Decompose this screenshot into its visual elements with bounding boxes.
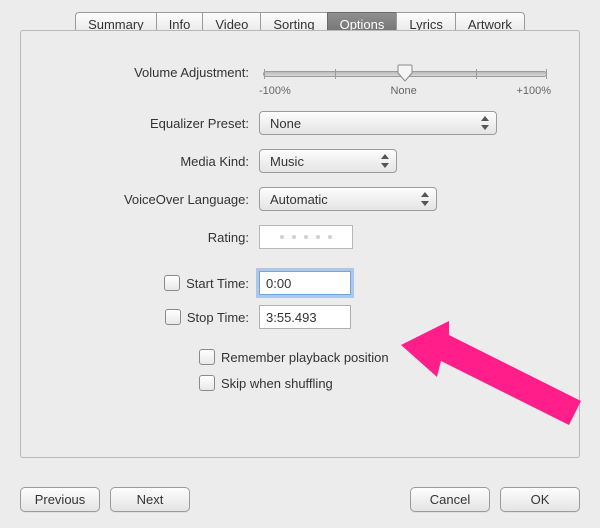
start-time-checkbox[interactable] <box>164 275 180 291</box>
rating-dot-icon <box>328 235 332 239</box>
media-value: Music <box>270 154 304 169</box>
stop-time-field[interactable]: 3:55.493 <box>259 305 351 329</box>
media-label: Media Kind: <box>49 154 259 169</box>
updown-icon <box>380 154 390 168</box>
rating-field[interactable] <box>259 225 353 249</box>
rating-dot-icon <box>280 235 284 239</box>
ok-button[interactable]: OK <box>500 487 580 512</box>
start-time-field[interactable]: 0:00 <box>259 271 351 295</box>
stop-time-value: 3:55.493 <box>266 310 317 325</box>
rating-label: Rating: <box>49 230 259 245</box>
eq-value: None <box>270 116 301 131</box>
skip-checkbox[interactable] <box>199 375 215 391</box>
skip-label: Skip when shuffling <box>221 376 333 391</box>
slider-thumb-icon[interactable] <box>397 64 413 82</box>
slider-max-label: +100% <box>516 85 551 97</box>
voiceover-popup[interactable]: Automatic <box>259 187 437 211</box>
slider-mid-label: None <box>390 85 416 97</box>
next-button[interactable]: Next <box>110 487 190 512</box>
updown-icon <box>480 116 490 130</box>
slider-min-label: -100% <box>259 85 291 97</box>
dialog-footer: Previous Next Cancel OK <box>20 487 580 512</box>
start-time-label: Start Time: <box>186 276 249 291</box>
stop-time-checkbox[interactable] <box>165 309 181 325</box>
volume-slider[interactable]: -100% None +100% <box>259 65 551 97</box>
voiceover-value: Automatic <box>270 192 328 207</box>
rating-dot-icon <box>304 235 308 239</box>
options-panel: Volume Adjustment: -100% None +100% <box>20 30 580 458</box>
options-dialog: { "tabs": {"summary":"Summary","info":"I… <box>0 0 600 528</box>
start-time-value: 0:00 <box>266 276 291 291</box>
rating-dot-icon <box>316 235 320 239</box>
remember-label: Remember playback position <box>221 350 389 365</box>
eq-popup[interactable]: None <box>259 111 497 135</box>
voiceover-label: VoiceOver Language: <box>49 192 259 207</box>
rating-dot-icon <box>292 235 296 239</box>
stop-time-label: Stop Time: <box>187 310 249 325</box>
previous-button[interactable]: Previous <box>20 487 100 512</box>
media-popup[interactable]: Music <box>259 149 397 173</box>
cancel-button[interactable]: Cancel <box>410 487 490 512</box>
eq-label: Equalizer Preset: <box>49 116 259 131</box>
volume-label: Volume Adjustment: <box>49 65 259 80</box>
updown-icon <box>420 192 430 206</box>
remember-checkbox[interactable] <box>199 349 215 365</box>
